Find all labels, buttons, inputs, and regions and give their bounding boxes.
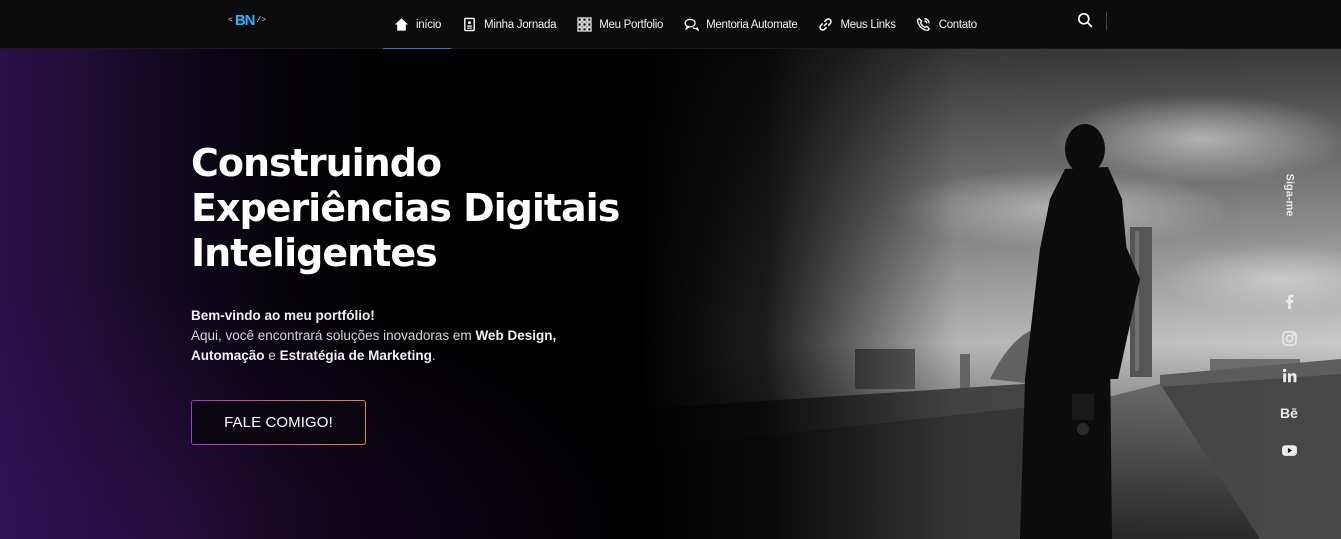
facebook-icon[interactable] <box>1279 291 1299 311</box>
intro-and: e <box>268 348 276 363</box>
intro-line: Automação e Estratégia de Marketing. <box>191 346 591 366</box>
nav-item-label: início <box>416 18 442 31</box>
intro-line: Aqui, você encontrará soluções inovadora… <box>191 326 591 346</box>
nav-item-label: Minha Jornada <box>484 18 557 31</box>
follow-label: Siga-me <box>1277 167 1301 223</box>
nav-item-mentoria-automate[interactable]: Mentoria Automate <box>673 0 807 49</box>
chat-icon <box>683 17 699 33</box>
top-navbar: < BN /> início Minha Jornada Meu Portfol… <box>0 0 1341 50</box>
nav-item-contato[interactable]: Contato <box>906 0 987 49</box>
hero-headline: Construindo Experiências Digitais Inteli… <box>191 141 711 276</box>
nav-item-label: Contato <box>938 18 977 31</box>
hero-section: Construindo Experiências Digitais Inteli… <box>0 49 1341 539</box>
main-menu: início Minha Jornada Meu Portfolio Mento… <box>383 0 987 50</box>
intro-welcome: Bem-vindo ao meu portfólio! <box>191 308 375 323</box>
behance-icon[interactable]: Bē <box>1279 403 1299 423</box>
instagram-icon[interactable] <box>1279 328 1299 348</box>
search-icon[interactable] <box>1077 12 1093 28</box>
follow-text: Siga-me <box>1283 173 1296 217</box>
nav-item-label: Mentoria Automate <box>706 18 798 31</box>
intro-highlight: Web Design, <box>475 328 557 343</box>
logo-mark: BN <box>234 11 256 29</box>
logo-right-bracket: /> <box>256 15 267 25</box>
id-card-icon <box>461 17 477 33</box>
nav-divider <box>1106 12 1107 30</box>
nav-item-inicio[interactable]: início <box>383 0 452 50</box>
home-icon <box>393 17 409 33</box>
nav-item-meu-portfolio[interactable]: Meu Portfolio <box>566 0 673 49</box>
linkedin-icon[interactable] <box>1279 365 1299 385</box>
contact-cta-button[interactable]: FALE COMIGO! <box>191 400 366 445</box>
headline-line: Inteligentes <box>191 231 438 275</box>
nav-item-label: Meus Links <box>840 18 896 31</box>
intro-highlight: Automação <box>191 348 265 363</box>
intro-highlight: Estratégia de Marketing <box>279 348 432 363</box>
nav-item-minha-jornada[interactable]: Minha Jornada <box>451 0 566 49</box>
hero-intro: Bem-vindo ao meu portfólio! Aqui, você e… <box>191 306 591 366</box>
link-icon <box>818 17 834 33</box>
intro-text: Aqui, você encontrará soluções inovadora… <box>191 328 472 343</box>
nav-item-meus-links[interactable]: Meus Links <box>808 0 906 49</box>
headline-line: Construindo <box>191 141 442 185</box>
hero-photo <box>640 49 1341 539</box>
headline-line: Experiências Digitais <box>191 186 620 230</box>
intro-end: . <box>431 348 436 363</box>
site-logo[interactable]: < BN /> <box>228 11 266 29</box>
grid-icon <box>576 17 592 33</box>
youtube-icon[interactable] <box>1279 440 1299 460</box>
phone-icon <box>916 17 932 33</box>
nav-item-label: Meu Portfolio <box>599 18 664 31</box>
logo-left-bracket: < <box>228 15 233 25</box>
